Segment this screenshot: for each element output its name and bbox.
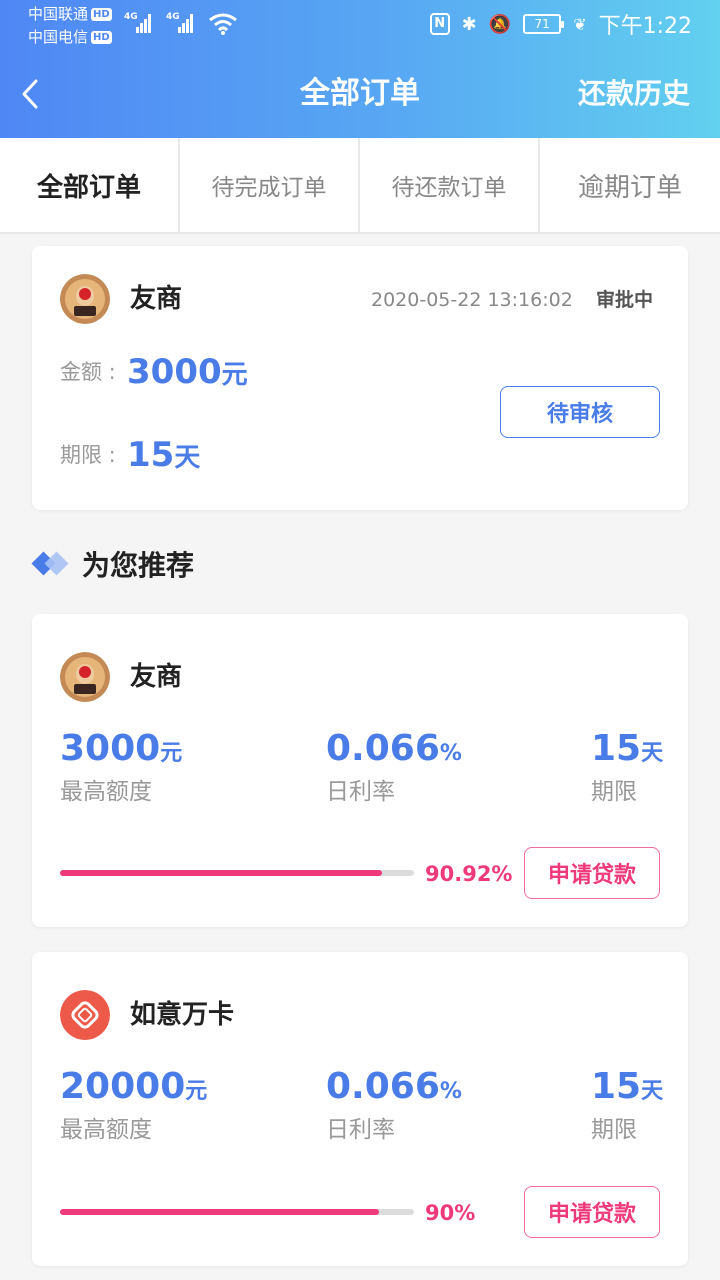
- daily-rate-unit: %: [439, 1079, 462, 1104]
- top-bar: 中国联通 HD 中国电信 HD 4G 4G N ✱ 🔕 71 ❦ 下午1:22 …: [0, 0, 720, 138]
- tab-all-orders[interactable]: 全部订单: [0, 138, 180, 232]
- max-amount-number: 3000: [60, 728, 161, 769]
- apply-loan-button[interactable]: 申请贷款: [524, 847, 660, 899]
- daily-rate-label: 日利率: [326, 779, 395, 805]
- progress-fill: [60, 870, 382, 876]
- progress-bar: [60, 870, 414, 876]
- amount-number: 3000: [127, 352, 222, 392]
- order-card[interactable]: 友商 2020-05-22 13:16:02 审批中 金额 : 3000元 期限…: [32, 246, 688, 510]
- amount-value: 3000元: [127, 352, 248, 395]
- tab-repayment-orders[interactable]: 待还款订单: [360, 138, 540, 232]
- status-badge: 审批中: [596, 289, 654, 311]
- term-number: 15: [591, 728, 642, 769]
- daily-rate-number: 0.066: [326, 728, 440, 769]
- order-date: 2020-05-22 13:16:02: [371, 289, 573, 311]
- hd-badge: HD: [91, 31, 112, 44]
- repayment-history-link[interactable]: 还款历史: [578, 74, 690, 114]
- term-value: 15天: [591, 1066, 663, 1113]
- diamond-icon: [31, 549, 72, 579]
- carrier-1: 中国联通 HD: [28, 5, 112, 23]
- max-amount-unit: 元: [185, 1079, 208, 1104]
- status-bar: 中国联通 HD 中国电信 HD 4G 4G N ✱ 🔕 71 ❦ 下午1:22: [0, 0, 720, 50]
- term-number: 15: [591, 1066, 642, 1107]
- max-amount-unit: 元: [160, 741, 183, 766]
- signal-icon: 4G: [166, 12, 200, 34]
- lender-name: 如意万卡: [130, 1000, 235, 1030]
- max-amount-label: 最高额度: [60, 779, 152, 805]
- avatar: [60, 652, 110, 702]
- avatar: [60, 274, 110, 324]
- progress-fill: [60, 1209, 379, 1215]
- bluetooth-icon: ✱: [461, 13, 477, 35]
- amount-unit: 元: [221, 360, 248, 390]
- recommend-card[interactable]: 如意万卡 20000元 最高额度 0.066% 日利率 15天 期限 90% 申…: [32, 952, 688, 1266]
- term-label: 期限: [591, 779, 637, 805]
- term-value: 15天: [127, 435, 200, 478]
- daily-rate-label: 日利率: [326, 1117, 395, 1143]
- term-unit: 天: [641, 1079, 664, 1104]
- avatar: [60, 990, 110, 1040]
- daily-rate-value: 0.066%: [326, 728, 462, 775]
- carrier-1-name: 中国联通: [28, 5, 89, 23]
- signal-icon: 4G: [124, 12, 158, 34]
- term-label: 期限: [591, 1117, 637, 1143]
- tab-overdue-orders[interactable]: 逾期订单: [540, 138, 720, 232]
- term-unit: 天: [641, 741, 664, 766]
- status-right: N ✱ 🔕 71 ❦ 下午1:22: [429, 9, 692, 39]
- max-amount-number: 20000: [60, 1066, 186, 1107]
- recommend-header: 为您推荐: [31, 544, 195, 584]
- carrier-2: 中国电信 HD: [28, 28, 112, 46]
- ruyi-card-logo-icon: [60, 990, 110, 1040]
- daily-rate-unit: %: [439, 741, 462, 766]
- recommend-title: 为您推荐: [82, 549, 195, 582]
- mute-icon: 🔕: [488, 13, 512, 35]
- daily-rate-number: 0.066: [326, 1066, 440, 1107]
- rose-dome-icon: [60, 652, 110, 702]
- progress-percent: 90.92%: [425, 862, 513, 886]
- nfc-icon: N: [429, 13, 450, 35]
- term-number: 15: [127, 435, 175, 475]
- order-tabs: 全部订单 待完成订单 待还款订单 逾期订单: [0, 138, 720, 234]
- term-value: 15天: [591, 728, 663, 775]
- daily-rate-value: 0.066%: [326, 1066, 462, 1113]
- term-unit: 天: [174, 443, 201, 473]
- recommend-card[interactable]: 友商 3000元 最高额度 0.066% 日利率 15天 期限 90.92% 申…: [32, 614, 688, 927]
- term-label: 期限 :: [60, 443, 116, 467]
- order-lender-name: 友商: [130, 284, 183, 314]
- max-amount-value: 20000元: [60, 1066, 207, 1113]
- amount-label: 金额 :: [60, 360, 116, 384]
- battery-icon: 71: [523, 14, 565, 34]
- max-amount-label: 最高额度: [60, 1117, 152, 1143]
- wifi-icon: [209, 13, 237, 35]
- leaf-icon: ❦: [573, 14, 587, 34]
- lender-name: 友商: [130, 662, 183, 692]
- max-amount-value: 3000元: [60, 728, 182, 775]
- tab-pending-orders[interactable]: 待完成订单: [180, 138, 360, 232]
- apply-loan-button[interactable]: 申请贷款: [524, 1186, 660, 1238]
- clock: 下午1:22: [598, 14, 692, 39]
- rose-dome-icon: [60, 274, 110, 324]
- pending-review-button[interactable]: 待审核: [500, 386, 660, 438]
- carrier-2-name: 中国电信: [28, 28, 89, 46]
- progress-percent: 90%: [425, 1201, 476, 1225]
- progress-bar: [60, 1209, 414, 1215]
- hd-badge: HD: [91, 8, 112, 21]
